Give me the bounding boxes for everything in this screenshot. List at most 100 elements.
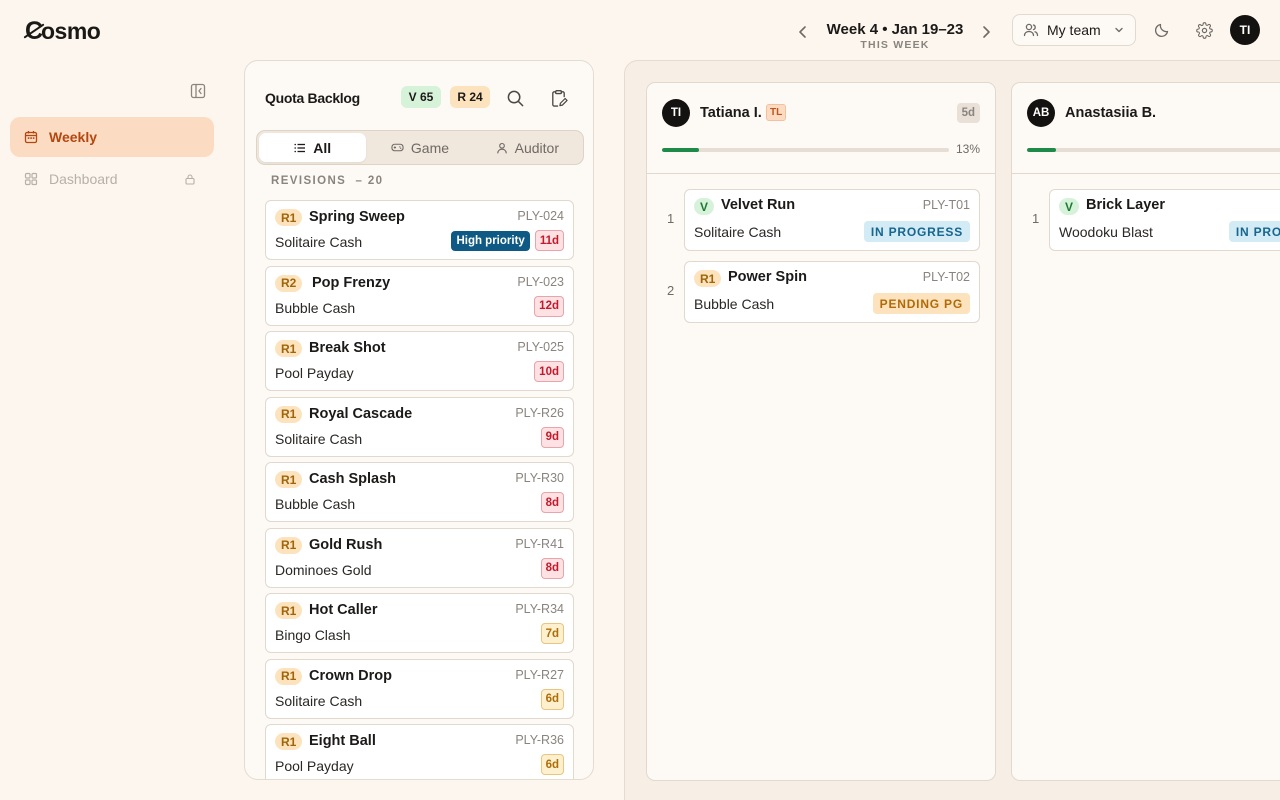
- user-avatar[interactable]: TI: [1230, 15, 1260, 45]
- backlog-card[interactable]: R1 Hot Caller PLY-R34 Bingo Clash 7d: [265, 593, 574, 653]
- card-game: Dominoes Gold: [275, 561, 372, 578]
- edit-backlog-button[interactable]: [546, 86, 570, 110]
- task-title: Velvet Run: [721, 197, 796, 213]
- progress-bar: [1027, 148, 1280, 152]
- week-subtitle: THIS WEEK: [860, 39, 930, 51]
- search-icon: [507, 90, 523, 106]
- progress-fill: [662, 148, 700, 152]
- card-game: Solitaire Cash: [275, 234, 363, 250]
- quota-backlog-panel: Quota Backlog V 65 R 24 All Game Auditor…: [244, 60, 594, 780]
- revision-tag: R2: [275, 274, 303, 292]
- team-select-label: My team: [1047, 22, 1101, 38]
- column-header: TI Tatiana I. TL 5d 13%: [647, 83, 995, 174]
- backlog-card[interactable]: R1 Spring Sweep PLY-024 Solitaire Cash H…: [265, 200, 574, 260]
- search-button[interactable]: [503, 86, 527, 110]
- card-game: Solitaire Cash: [275, 430, 363, 447]
- revision-tag: R1: [275, 733, 303, 750]
- backlog-card[interactable]: R2 Pop Frenzy PLY-023 Bubble Cash 12d: [265, 265, 574, 326]
- task-number: 1: [667, 211, 675, 226]
- collapse-sidebar-button[interactable]: [188, 81, 208, 101]
- revision-tag: R1: [275, 667, 303, 685]
- age-badge: 11d: [534, 230, 564, 251]
- settings-button[interactable]: [1192, 18, 1216, 42]
- card-id: PLY-R41: [515, 536, 564, 551]
- r-count-badge: R 24: [450, 86, 490, 108]
- card-title: Cash Splash: [309, 471, 397, 487]
- revision-tag: R1: [275, 340, 303, 357]
- grid-icon: [24, 172, 38, 186]
- card-id: PLY-023: [517, 274, 564, 289]
- card-id: PLY-R30: [515, 471, 564, 485]
- age-badge: 7d: [540, 623, 564, 644]
- task-card[interactable]: R1 Power Spin PLY-T02 Bubble Cash PENDIN…: [684, 261, 980, 323]
- card-game: Solitaire Cash: [275, 692, 363, 709]
- task-tag: V: [1059, 198, 1080, 215]
- task-game: Bubble Cash: [694, 296, 775, 312]
- age-badge: 12d: [534, 295, 564, 317]
- revisions-count: – 20: [355, 175, 384, 187]
- tab-game[interactable]: Game: [366, 133, 473, 162]
- card-id: PLY-R27: [515, 667, 564, 682]
- role-badge: TL: [766, 104, 787, 121]
- tab-all[interactable]: All: [259, 133, 367, 162]
- sidebar-collapse-icon: [190, 83, 206, 99]
- status-badge: IN PROGRESS: [863, 221, 970, 242]
- progress-bar: [662, 148, 949, 152]
- backlog-card[interactable]: R1 Eight Ball PLY-R36 Pool Payday 6d: [265, 724, 574, 779]
- backlog-card[interactable]: R1 Royal Cascade PLY-R26 Solitaire Cash …: [265, 396, 574, 457]
- moon-icon: [1154, 23, 1169, 38]
- card-title: Crown Drop: [309, 667, 392, 684]
- backlog-card[interactable]: R1 Break Shot PLY-025 Pool Payday 10d: [265, 331, 574, 391]
- revision-tag: R1: [275, 471, 303, 488]
- auditor-name[interactable]: Tatiana I.: [700, 105, 762, 121]
- sidebar-item-label: Weekly: [49, 129, 97, 145]
- tab-auditor[interactable]: Auditor: [474, 133, 581, 162]
- user-icon: [496, 142, 507, 154]
- revisions-section-label: REVISIONS – 20: [271, 175, 384, 187]
- priority-badge: High priority: [451, 230, 530, 251]
- progress-percent: 13%: [955, 142, 980, 156]
- auditor-name[interactable]: Anastasiia B.: [1065, 105, 1156, 121]
- revision-tag: R1: [275, 209, 303, 226]
- card-game: Pool Payday: [275, 365, 354, 381]
- card-game: Bubble Cash: [275, 496, 356, 512]
- calendar-icon: [24, 131, 38, 144]
- auditor-avatar: AB: [1027, 99, 1055, 127]
- revision-tag: R1: [275, 536, 303, 554]
- card-title: Pop Frenzy: [312, 274, 391, 291]
- backlog-card[interactable]: R1 Crown Drop PLY-R27 Solitaire Cash 6d: [265, 658, 574, 719]
- task-title: Power Spin: [728, 269, 807, 285]
- card-title: Royal Cascade: [309, 405, 413, 422]
- card-id: PLY-R34: [515, 602, 564, 616]
- team-select[interactable]: My team: [1012, 14, 1136, 46]
- backlog-filter-tabs: All Game Auditor: [256, 130, 584, 165]
- backlog-card[interactable]: R1 Gold Rush PLY-R41 Dominoes Gold 8d: [265, 527, 574, 588]
- status-badge: IN PROGRESS: [1228, 221, 1280, 242]
- v-count-badge: V 65: [401, 86, 441, 108]
- task-game: Solitaire Cash: [694, 224, 782, 240]
- progress-fill: [1027, 148, 1056, 152]
- clipboard-edit-icon: [551, 89, 568, 107]
- tab-label: Game: [410, 139, 450, 156]
- task-card[interactable]: V Brick Layer Woodoku Blast IN PROGRESS: [1049, 189, 1280, 251]
- status-badge: PENDING PG: [872, 293, 970, 314]
- sidebar-item-dashboard: Dashboard: [10, 159, 214, 199]
- logo-mark: C: [25, 17, 43, 45]
- backlog-card[interactable]: R1 Cash Splash PLY-R30 Bubble Cash 8d: [265, 462, 574, 522]
- revision-tag: R1: [275, 405, 303, 423]
- next-week-button[interactable]: [975, 21, 997, 43]
- task-id: PLY-T02: [922, 270, 970, 284]
- backlog-list: R1 Spring Sweep PLY-024 Solitaire Cash H…: [265, 200, 574, 779]
- users-icon: [1023, 23, 1039, 37]
- week-title: Week 4 • Jan 19–23: [826, 21, 964, 38]
- theme-toggle-button[interactable]: [1150, 18, 1174, 42]
- card-id: PLY-R36: [515, 733, 564, 747]
- week-navigator: Week 4 • Jan 19–23 THIS WEEK: [790, 14, 1000, 51]
- sidebar-item-weekly[interactable]: Weekly: [10, 117, 214, 157]
- card-id: PLY-024: [517, 209, 564, 223]
- backlog-title: Quota Backlog: [265, 90, 360, 106]
- task-card[interactable]: V Velvet Run PLY-T01 Solitaire Cash IN P…: [684, 189, 980, 251]
- lock-icon: [185, 174, 195, 185]
- card-title: Eight Ball: [309, 733, 376, 749]
- app-logo[interactable]: C osmo: [25, 16, 101, 46]
